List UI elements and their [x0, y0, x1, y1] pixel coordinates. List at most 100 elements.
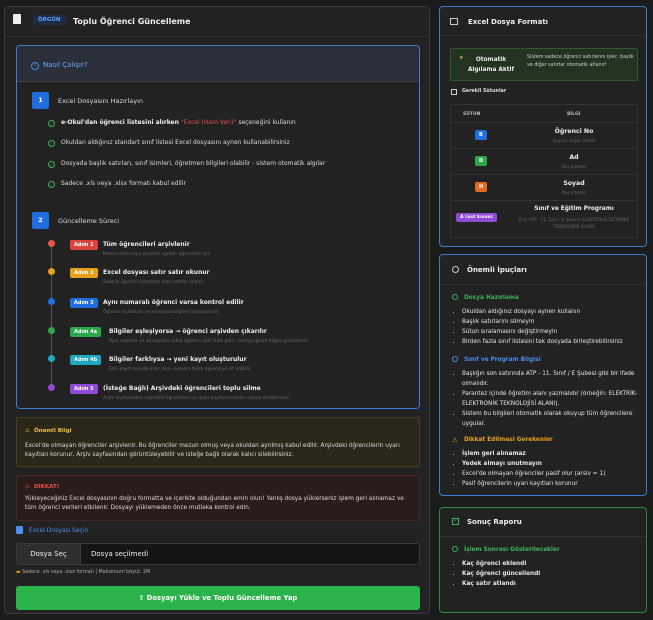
required-cols-label: Gerekli Sütunlar: [462, 89, 507, 94]
timeline-subtitle: Mezun olan veya okuldan ayrılan öğrencil…: [103, 252, 211, 257]
auto-detect-label: Otomatik Algılama Aktif: [467, 57, 515, 73]
choose-file-button[interactable]: Dosya Seç: [17, 544, 81, 564]
check-circle-icon: [452, 546, 458, 552]
report-list: Kaç öğrenci eklendi Kaç öğrenci güncelle…: [462, 559, 640, 589]
file-status: Dosya seçilmedi: [91, 550, 149, 558]
tips-list-1: Okuldan aldığınız dosyayı aynen kullanın…: [462, 307, 642, 347]
info-icon: i: [31, 62, 39, 70]
list-item: Excel'de olmayan öğrenciler pasif olur (…: [462, 469, 642, 479]
table-icon: [450, 18, 458, 25]
step-1-number: 1: [32, 92, 49, 109]
file-hint-icon: ▬: [16, 570, 21, 575]
col-name: Sınıf ve Eğitim Programı: [534, 206, 614, 212]
col-desc: Boş olamaz: [561, 164, 587, 169]
divider: [440, 35, 646, 36]
step-pill: Adım 2: [70, 268, 98, 278]
danger-icon: ⚠: [25, 484, 30, 490]
file-hint: ▬ Sadece .xls veya .xlsx formatı | Maksi…: [16, 570, 151, 575]
table-row: D Ad Boş olamaz: [451, 149, 637, 175]
timeline-title: Tüm öğrencileri arşivlenir: [103, 241, 190, 248]
timeline-dot: [48, 240, 55, 247]
step-pill: Adım 3: [70, 298, 98, 308]
report-card: ✓ Sonuç Raporu İşlem Sonrası Gösterilece…: [439, 507, 647, 613]
timeline-title: Bilgiler eşleşiyorsa → öğrenci arşivden …: [109, 328, 267, 335]
warning-icon: ⚠: [452, 436, 458, 444]
list-item: Kaç öğrenci eklendi: [462, 559, 640, 569]
check-icon: ✓: [48, 181, 55, 188]
step-1-title: Excel Dosyasını Hazırlayın: [58, 97, 143, 105]
check-icon: ✓: [48, 140, 55, 147]
step-1-item: Sadece .xls veya .xlsx formatı kabul edi…: [61, 180, 186, 187]
checkbox-icon: ✓: [452, 518, 459, 525]
check-circle-icon: [452, 294, 458, 300]
list-item: Pasif öğrencilerin uyarı kayıtları korun…: [462, 479, 642, 489]
timeline-dot: [48, 327, 55, 334]
tips-card: Önemli İpuçları Dosya Hazırlama Okuldan …: [439, 254, 647, 496]
list-item: Kaç öğrenci güncellendi: [462, 569, 640, 579]
step-2-number: 2: [32, 212, 49, 229]
divider: [440, 536, 646, 537]
timeline-dot: [48, 268, 55, 275]
lightbulb-icon: [452, 266, 459, 273]
col-badge: H: [475, 182, 488, 192]
orgun-badge: ÖRGÜN: [33, 15, 66, 25]
col-badge: A (üst kısım): [456, 213, 497, 222]
table-row: A (üst kısım) Sınıf ve Eğitim Programı Ö…: [451, 201, 637, 237]
timeline-title: Aynı numaralı öğrenci varsa kontrol edil…: [103, 299, 244, 306]
col-name: Soyad: [563, 180, 585, 187]
columns-table: SÜTUN BİLGİ B Öğrenci No Sayısal değer o…: [450, 104, 638, 238]
warning-note-title: DİKKAT!: [34, 484, 60, 490]
col-desc: Boş olamaz: [561, 190, 587, 195]
excel-format-title: Excel Dosya Formatı: [468, 18, 549, 26]
step-1-item: Okuldan aldığınız standart sınıf listesi…: [61, 139, 290, 146]
col-badge: D: [475, 156, 488, 166]
info-note-title: Önemli Bilgi: [34, 428, 72, 434]
tips-list-2: Başlığın son satırında ATP - 11. Sınıf /…: [462, 369, 640, 429]
table-header-row: SÜTUN BİLGİ: [451, 105, 637, 123]
step-pill: Adım 4a: [70, 327, 101, 337]
timeline-title: (İsteğe Bağlı) Arşivdeki öğrencileri top…: [103, 385, 261, 392]
list-item: Parantez içinde öğretim alanı yazmalıdır…: [462, 389, 640, 409]
col-badge: B: [475, 130, 487, 140]
info-note: ⚠ Önemli Bilgi Excel'de olmayan öğrencil…: [16, 417, 420, 467]
divider: [440, 284, 646, 285]
tips-section-2: Sınıf ve Program Bilgisi: [464, 357, 541, 363]
warning-note-body: Yükleyeceğiniz Excel dosyasının doğru fo…: [25, 496, 404, 511]
file-label: Excel Dosyası Seçin: [29, 527, 89, 534]
table-row: H Soyad Boş olamaz: [451, 175, 637, 201]
cloud-upload-icon: ⇧: [138, 594, 147, 602]
list-item: Başlığın son satırında ATP - 11. Sınıf /…: [462, 369, 640, 389]
card-header: ÖRGÜN Toplu Öğrenci Güncelleme: [5, 7, 429, 37]
step-2-title: Güncelleme Süreci: [58, 217, 120, 225]
tips-list-3: İşlem geri alınamaz Yedek almayı unutmay…: [462, 449, 642, 489]
timeline-subtitle: Eski kayıt arşivde kalır, aynı numara fa…: [109, 367, 251, 372]
step-1-item: e-Okul'dan öğrenci listesini alırken "Ex…: [61, 119, 296, 126]
checkbox-icon: [451, 89, 457, 95]
timeline-subtitle: Aynı numara ve ad-soyada sahip öğrenci a…: [109, 339, 309, 344]
check-icon: ✓: [48, 120, 55, 127]
step-pill: Adım 1: [70, 240, 98, 250]
document-icon: [13, 14, 21, 24]
auto-detect-desc: Sistem sadece öğrenci satırlarını işler,…: [527, 55, 634, 68]
col-desc: Sayısal değer olmalı: [552, 138, 596, 143]
col-header: SÜTUN: [463, 112, 481, 117]
step-1-item: Dosyada başlık satırları, sınıf isimleri…: [61, 160, 326, 167]
upload-button[interactable]: ⇧ Dosyayı Yükle ve Toplu Güncelleme Yap: [16, 586, 420, 610]
col-desc: Örn: ATP - 11. Sınıf / E Şubesi (ELEKTRİ…: [518, 217, 630, 229]
timeline-subtitle: Sadece öğrenci numarası olan satırlar iş…: [103, 280, 204, 285]
timeline-title: Excel dosyası satır satır okunur: [103, 269, 210, 276]
list-item: İşlem geri alınamaz: [462, 449, 642, 459]
list-item: Kaç satır atlandı: [462, 579, 640, 589]
col-name: Öğrenci No: [554, 128, 594, 135]
timeline-line: [51, 242, 52, 390]
info-note-body: Excel'de olmayan öğrenciler arşivlenir. …: [25, 443, 400, 458]
table-row: B Öğrenci No Sayısal değer olmalı: [451, 123, 637, 149]
bulk-update-card: ÖRGÜN Toplu Öğrenci Güncelleme i Nasıl Ç…: [4, 6, 430, 614]
timeline-subtitle: Arşiv sayfasından arşivdeki öğrencileri …: [103, 396, 289, 401]
how-it-works-title: Nasıl Çalışır?: [43, 61, 88, 69]
excel-format-card: Excel Dosya Formatı ★ Otomatik Algılama …: [439, 6, 647, 247]
page-title: Toplu Öğrenci Güncelleme: [73, 17, 191, 26]
list-item: Birden fazla sınıf listesini tek dosyada…: [462, 337, 642, 347]
file-input[interactable]: Dosya Seç Dosya seçilmedi: [16, 543, 420, 565]
how-it-works-header: i Nasıl Çalışır?: [17, 46, 419, 82]
